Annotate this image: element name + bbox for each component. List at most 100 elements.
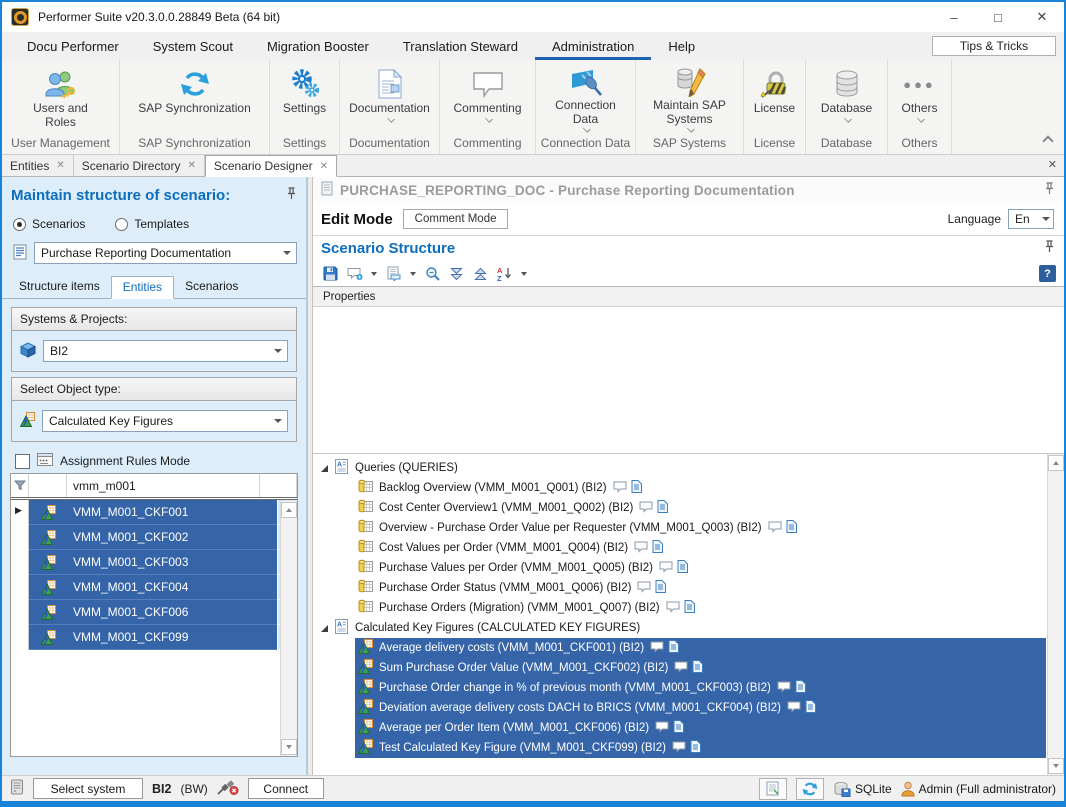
document-icon[interactable] [786, 520, 797, 536]
comment-bubble-icon[interactable] [655, 721, 669, 736]
document-icon[interactable] [657, 500, 668, 516]
ribbon-others[interactable]: ●●● Others Others [888, 60, 952, 154]
entity-row[interactable]: VMM_M001_CKF001 [11, 500, 297, 525]
tree-node-calculated-key-figures[interactable]: A Calculated Key Figures (CALCULATED KEY… [313, 618, 1046, 638]
ribbon-documentation[interactable]: Documentation Documentation [340, 60, 440, 154]
entity-row[interactable]: VMM_M001_CKF004 [11, 575, 297, 600]
document-icon[interactable] [795, 680, 806, 696]
tree-item-query[interactable]: Overview - Purchase Order Value per Requ… [313, 518, 1046, 538]
minimize-button[interactable]: – [932, 2, 976, 32]
radio-templates[interactable]: Templates [115, 217, 189, 231]
comment-bubble-icon[interactable] [639, 501, 653, 516]
database-status[interactable]: SQLite [833, 781, 892, 797]
scenario-combobox[interactable]: Purchase Reporting Documentation [34, 242, 297, 264]
ribbon-connection-data[interactable]: Connection Data Connection Data [536, 60, 636, 154]
tree-item-ckf-selected[interactable]: Purchase Order change in % of previous m… [355, 678, 1046, 698]
tree-item-query[interactable]: Purchase Orders (Migration) (VMM_M001_Q0… [313, 598, 1046, 618]
ribbon-commenting[interactable]: Commenting Commenting [440, 60, 536, 154]
collapse-all-icon[interactable] [471, 265, 490, 283]
assignment-rules-checkbox[interactable] [15, 454, 30, 469]
tree-item-ckf-selected[interactable]: Average per Order Item (VMM_M001_CKF006)… [355, 718, 1046, 738]
document-comment-button[interactable] [384, 265, 403, 283]
select-system-button[interactable]: Select system [33, 778, 143, 799]
menu-system-scout[interactable]: System Scout [136, 32, 250, 60]
user-status[interactable]: Admin (Full administrator) [901, 781, 1056, 797]
help-button[interactable]: ? [1039, 265, 1056, 282]
close-button[interactable]: ✕ [1020, 2, 1064, 32]
tree-item-query[interactable]: Purchase Values per Order (VMM_M001_Q005… [313, 558, 1046, 578]
expander-icon[interactable] [321, 465, 328, 472]
scroll-down-button[interactable] [1048, 758, 1064, 774]
tab-scenarios-panel[interactable]: Scenarios [174, 276, 249, 298]
dropdown-arrow-icon[interactable] [521, 272, 527, 276]
menu-docu-performer[interactable]: Docu Performer [10, 32, 136, 60]
document-icon[interactable] [673, 720, 684, 736]
filter-cell[interactable] [67, 474, 260, 497]
tab-close-icon[interactable]: ✕ [320, 161, 328, 172]
document-icon[interactable] [684, 600, 695, 616]
sort-az-button[interactable]: AZ [495, 265, 514, 283]
scroll-up-button[interactable] [1048, 455, 1064, 471]
document-icon[interactable] [692, 660, 703, 676]
tree-item-ckf-selected[interactable]: Average delivery costs (VMM_M001_CKF001)… [355, 638, 1046, 658]
zoom-button[interactable] [423, 265, 442, 283]
tab-close-icon[interactable]: ✕ [187, 160, 195, 171]
ribbon-collapse-icon[interactable] [1042, 135, 1053, 146]
tree-item-ckf-selected[interactable]: Sum Purchase Order Value (VMM_M001_CKF00… [355, 658, 1046, 678]
tree-scrollbar[interactable] [1047, 454, 1064, 775]
entity-list-scrollbar[interactable] [280, 501, 297, 756]
comment-bubble-icon[interactable] [634, 541, 648, 556]
ribbon-database[interactable]: Database Database [806, 60, 888, 154]
document-icon[interactable] [655, 580, 666, 596]
entity-row[interactable]: VMM_M001_CKF099 [11, 625, 297, 650]
tab-close-icon[interactable]: ✕ [56, 160, 64, 171]
dropdown-arrow-icon[interactable] [410, 272, 416, 276]
comment-bubble-icon[interactable] [787, 701, 801, 716]
sync-button[interactable] [796, 778, 824, 800]
object-type-combobox[interactable]: Calculated Key Figures [42, 410, 288, 432]
tab-scenario-directory[interactable]: Scenario Directory ✕ [74, 155, 205, 176]
tips-tricks-button[interactable]: Tips & Tricks [932, 36, 1056, 56]
entity-row[interactable]: VMM_M001_CKF003 [11, 550, 297, 575]
language-combobox[interactable]: En [1008, 209, 1054, 229]
tree-item-query[interactable]: Cost Center Overview1 (VMM_M001_Q002) (B… [313, 498, 1046, 518]
scroll-down-button[interactable] [281, 739, 297, 755]
properties-bar[interactable]: Properties [313, 287, 1064, 307]
entity-row[interactable]: VMM_M001_CKF002 [11, 525, 297, 550]
ribbon-maintain-sap-systems[interactable]: Maintain SAP Systems SAP Systems [636, 60, 744, 154]
menu-help[interactable]: Help [651, 32, 712, 60]
document-icon[interactable] [805, 700, 816, 716]
entity-row[interactable]: VMM_M001_CKF006 [11, 600, 297, 625]
ribbon-license[interactable]: License License [744, 60, 806, 154]
ribbon-settings[interactable]: Settings Settings [270, 60, 340, 154]
tab-entities-panel[interactable]: Entities [111, 276, 174, 299]
pin-icon[interactable] [1045, 240, 1054, 257]
tree-node-queries[interactable]: A Queries (QUERIES) [313, 458, 1046, 478]
connect-button[interactable]: Connect [248, 778, 324, 799]
document-icon[interactable] [668, 640, 679, 656]
system-combobox[interactable]: BI2 [43, 340, 288, 362]
comment-bubble-icon[interactable] [650, 641, 664, 656]
document-icon[interactable] [677, 560, 688, 576]
comment-bubble-icon[interactable] [674, 661, 688, 676]
tab-structure-items[interactable]: Structure items [8, 276, 111, 298]
scroll-up-button[interactable] [281, 502, 297, 518]
comment-bubble-icon[interactable] [672, 741, 686, 756]
document-icon[interactable] [690, 740, 701, 756]
comment-bubble-icon[interactable] [659, 561, 673, 576]
menu-migration-booster[interactable]: Migration Booster [250, 32, 386, 60]
comment-bubble-icon[interactable] [637, 581, 651, 596]
tab-entities[interactable]: Entities ✕ [2, 155, 74, 176]
tab-scenario-designer[interactable]: Scenario Designer ✕ [205, 155, 337, 177]
filter-icon[interactable] [11, 474, 29, 497]
comment-bubble-icon[interactable] [768, 521, 782, 536]
pin-icon[interactable] [287, 187, 296, 204]
maximize-button[interactable]: □ [976, 2, 1020, 32]
tree-item-query[interactable]: Cost Values per Order (VMM_M001_Q004) (B… [313, 538, 1046, 558]
dropdown-arrow-icon[interactable] [371, 272, 377, 276]
tree-item-ckf-selected[interactable]: Deviation average delivery costs DACH to… [355, 698, 1046, 718]
comment-bubble-icon[interactable] [666, 601, 680, 616]
tree-item-query[interactable]: Backlog Overview (VMM_M001_Q001) (BI2) [313, 478, 1046, 498]
menu-translation-steward[interactable]: Translation Steward [386, 32, 535, 60]
save-button[interactable] [321, 265, 340, 283]
